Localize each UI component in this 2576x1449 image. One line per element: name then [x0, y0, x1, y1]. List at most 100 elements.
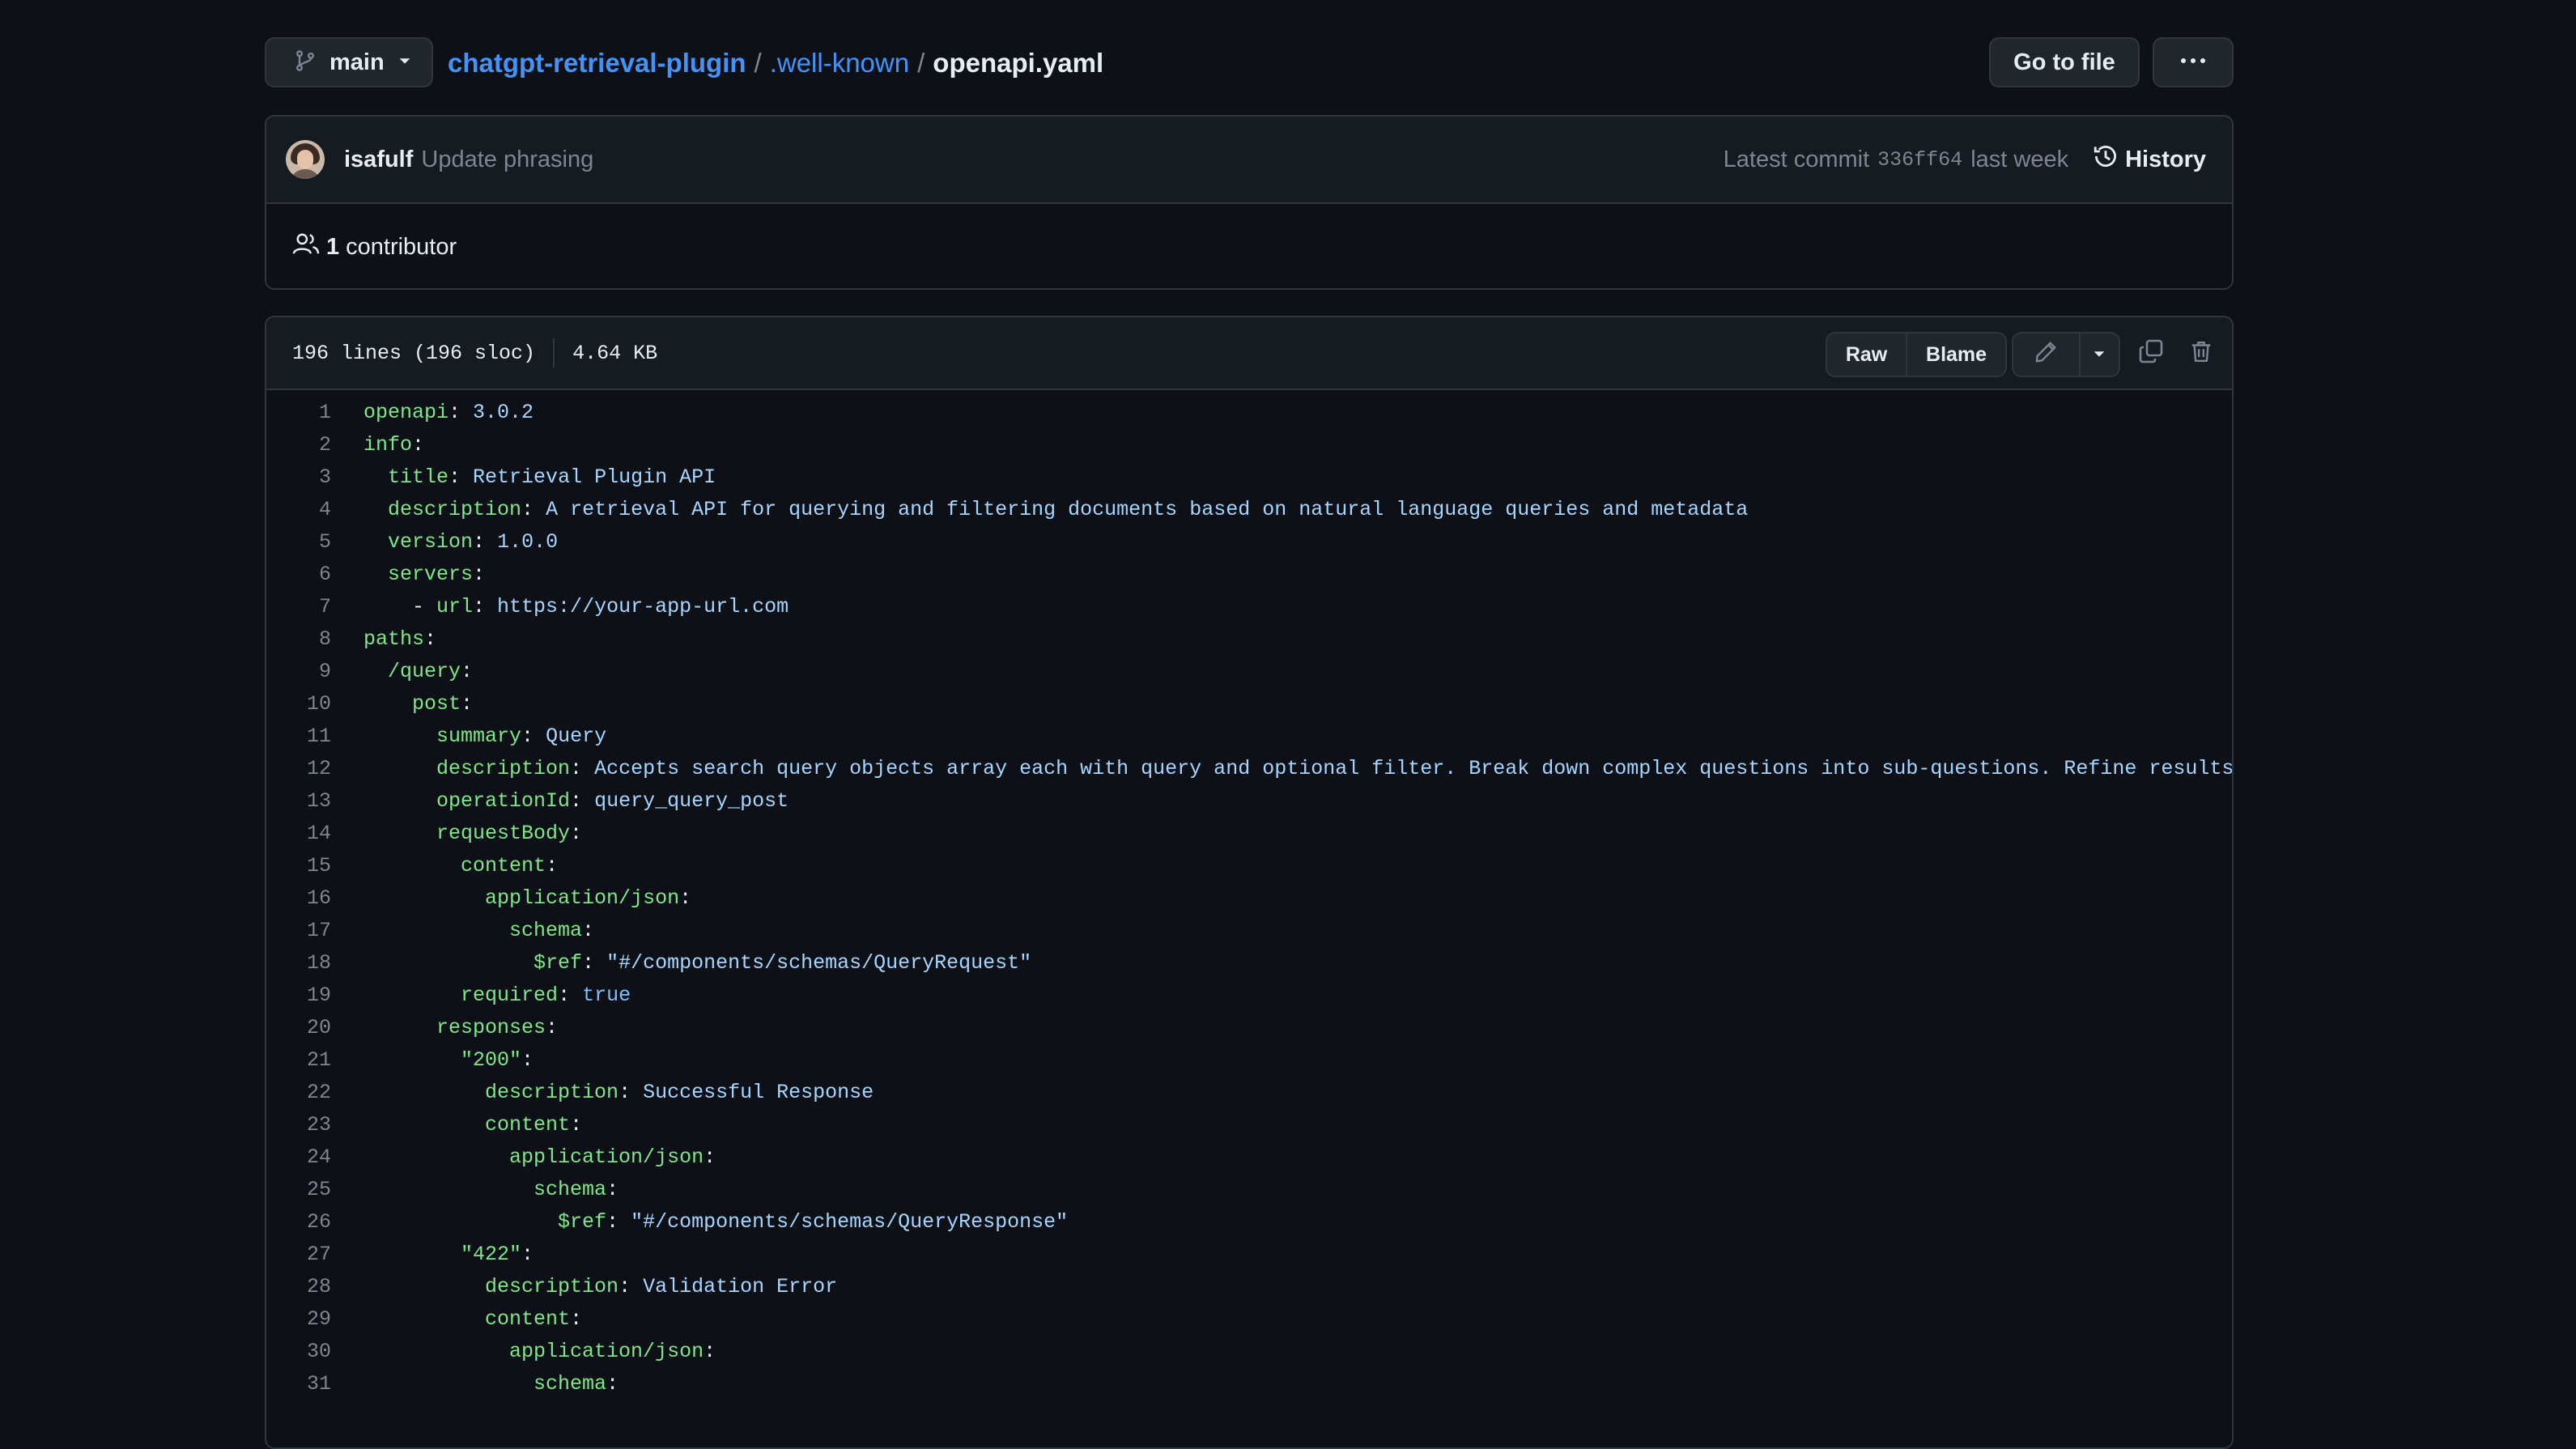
- yaml-key: title: [388, 465, 449, 489]
- code-line: 12 description: Accepts search query obj…: [266, 753, 2232, 785]
- avatar[interactable]: [286, 140, 325, 179]
- copy-icon: [2138, 338, 2164, 371]
- edit-options-dropdown[interactable]: [2078, 334, 2119, 376]
- line-number[interactable]: 9: [266, 656, 331, 688]
- code-content: content:: [331, 1303, 582, 1336]
- line-number[interactable]: 10: [266, 688, 331, 720]
- yaml-key: application/json: [509, 1145, 704, 1169]
- branch-selector-button[interactable]: main: [265, 37, 433, 87]
- line-number[interactable]: 4: [266, 494, 331, 526]
- trash-icon: [2189, 338, 2213, 371]
- line-number[interactable]: 16: [266, 882, 331, 915]
- contributor-count: 1: [326, 233, 340, 260]
- contributors-row[interactable]: 1 contributor: [266, 204, 2232, 288]
- code-content: description: Successful Response: [331, 1077, 874, 1109]
- latest-commit-box: isafulf Update phrasing Latest commit 33…: [265, 115, 2234, 290]
- people-icon: [292, 232, 320, 262]
- code-line: 10 post:: [266, 688, 2232, 720]
- line-number[interactable]: 23: [266, 1109, 331, 1141]
- line-number[interactable]: 11: [266, 720, 331, 753]
- latest-commit-row: isafulf Update phrasing Latest commit 33…: [266, 117, 2232, 204]
- commit-author-link[interactable]: isafulf: [344, 147, 413, 173]
- line-number[interactable]: 20: [266, 1012, 331, 1044]
- line-number[interactable]: 14: [266, 818, 331, 850]
- yaml-colon: :: [473, 595, 498, 618]
- breadcrumb-repo-link[interactable]: chatgpt-retrieval-plugin: [448, 48, 746, 79]
- line-number[interactable]: 27: [266, 1239, 331, 1271]
- more-options-button[interactable]: [2153, 37, 2234, 87]
- yaml-colon: :: [546, 854, 559, 877]
- yaml-value: Accepts search query objects array each …: [594, 757, 2232, 780]
- breadcrumb-folder-link[interactable]: .well-known: [770, 48, 909, 79]
- delete-file-button[interactable]: [2180, 334, 2222, 376]
- code-content: operationId: query_query_post: [331, 785, 789, 818]
- line-number[interactable]: 15: [266, 850, 331, 882]
- yaml-value: Validation Error: [643, 1275, 838, 1298]
- code-line: 7 - url: https://your-app-url.com: [266, 591, 2232, 623]
- yaml-colon: :: [570, 789, 595, 813]
- code-line: 22 description: Successful Response: [266, 1077, 2232, 1109]
- code-content: schema:: [331, 915, 594, 947]
- line-number[interactable]: 1: [266, 397, 331, 429]
- yaml-key: post: [412, 692, 461, 716]
- yaml-colon: :: [606, 1210, 631, 1234]
- line-number[interactable]: 8: [266, 623, 331, 656]
- go-to-file-button[interactable]: Go to file: [1989, 37, 2140, 87]
- edit-file-button[interactable]: [2013, 334, 2079, 376]
- commit-message-link[interactable]: Update phrasing: [421, 147, 593, 173]
- code-content: paths:: [331, 623, 436, 656]
- line-number[interactable]: 25: [266, 1174, 331, 1206]
- line-number[interactable]: 5: [266, 526, 331, 559]
- yaml-colon: :: [521, 498, 546, 521]
- line-number[interactable]: 19: [266, 979, 331, 1012]
- raw-button[interactable]: Raw: [1827, 334, 1906, 376]
- line-number[interactable]: 24: [266, 1141, 331, 1174]
- line-number[interactable]: 3: [266, 461, 331, 494]
- branch-name: main: [329, 49, 385, 75]
- yaml-key: operationId: [436, 789, 571, 813]
- code-line: 9 /query:: [266, 656, 2232, 688]
- yaml-value: A retrieval API for querying and filteri…: [546, 498, 1749, 521]
- line-number[interactable]: 12: [266, 753, 331, 785]
- line-number[interactable]: 28: [266, 1271, 331, 1303]
- code-content: $ref: "#/components/schemas/QueryRespons…: [331, 1206, 1068, 1239]
- yaml-key: application/json: [485, 886, 680, 910]
- code-line: 18 $ref: "#/components/schemas/QueryRequ…: [266, 947, 2232, 979]
- copy-raw-button[interactable]: [2130, 334, 2172, 376]
- line-number[interactable]: 6: [266, 559, 331, 591]
- line-number[interactable]: 2: [266, 429, 331, 461]
- line-number[interactable]: 26: [266, 1206, 331, 1239]
- line-number[interactable]: 29: [266, 1303, 331, 1336]
- line-number[interactable]: 31: [266, 1368, 331, 1400]
- code-line: 15 content:: [266, 850, 2232, 882]
- code-line: 30 application/json:: [266, 1336, 2232, 1368]
- yaml-colon: :: [521, 1243, 534, 1266]
- history-link[interactable]: History: [2093, 143, 2206, 176]
- line-number[interactable]: 18: [266, 947, 331, 979]
- commit-sha-link[interactable]: 336ff64: [1877, 148, 1962, 172]
- line-number[interactable]: 7: [266, 591, 331, 623]
- raw-blame-button-group: Raw Blame: [1826, 332, 2007, 377]
- line-number[interactable]: 13: [266, 785, 331, 818]
- line-number[interactable]: 22: [266, 1077, 331, 1109]
- code-line: 29 content:: [266, 1303, 2232, 1336]
- code-content: info:: [331, 429, 424, 461]
- code-line: 16 application/json:: [266, 882, 2232, 915]
- line-number[interactable]: 30: [266, 1336, 331, 1368]
- yaml-key: content: [461, 854, 546, 877]
- code-line: 27 "422":: [266, 1239, 2232, 1271]
- blame-button[interactable]: Blame: [1906, 334, 2005, 376]
- code-line: 1 openapi: 3.0.2: [266, 397, 2232, 429]
- line-number[interactable]: 17: [266, 915, 331, 947]
- line-number[interactable]: 21: [266, 1044, 331, 1077]
- yaml-colon: :: [473, 530, 498, 554]
- code-content: application/json:: [331, 1141, 716, 1174]
- code-content: "422":: [331, 1239, 533, 1271]
- yaml-key: schema: [533, 1372, 607, 1396]
